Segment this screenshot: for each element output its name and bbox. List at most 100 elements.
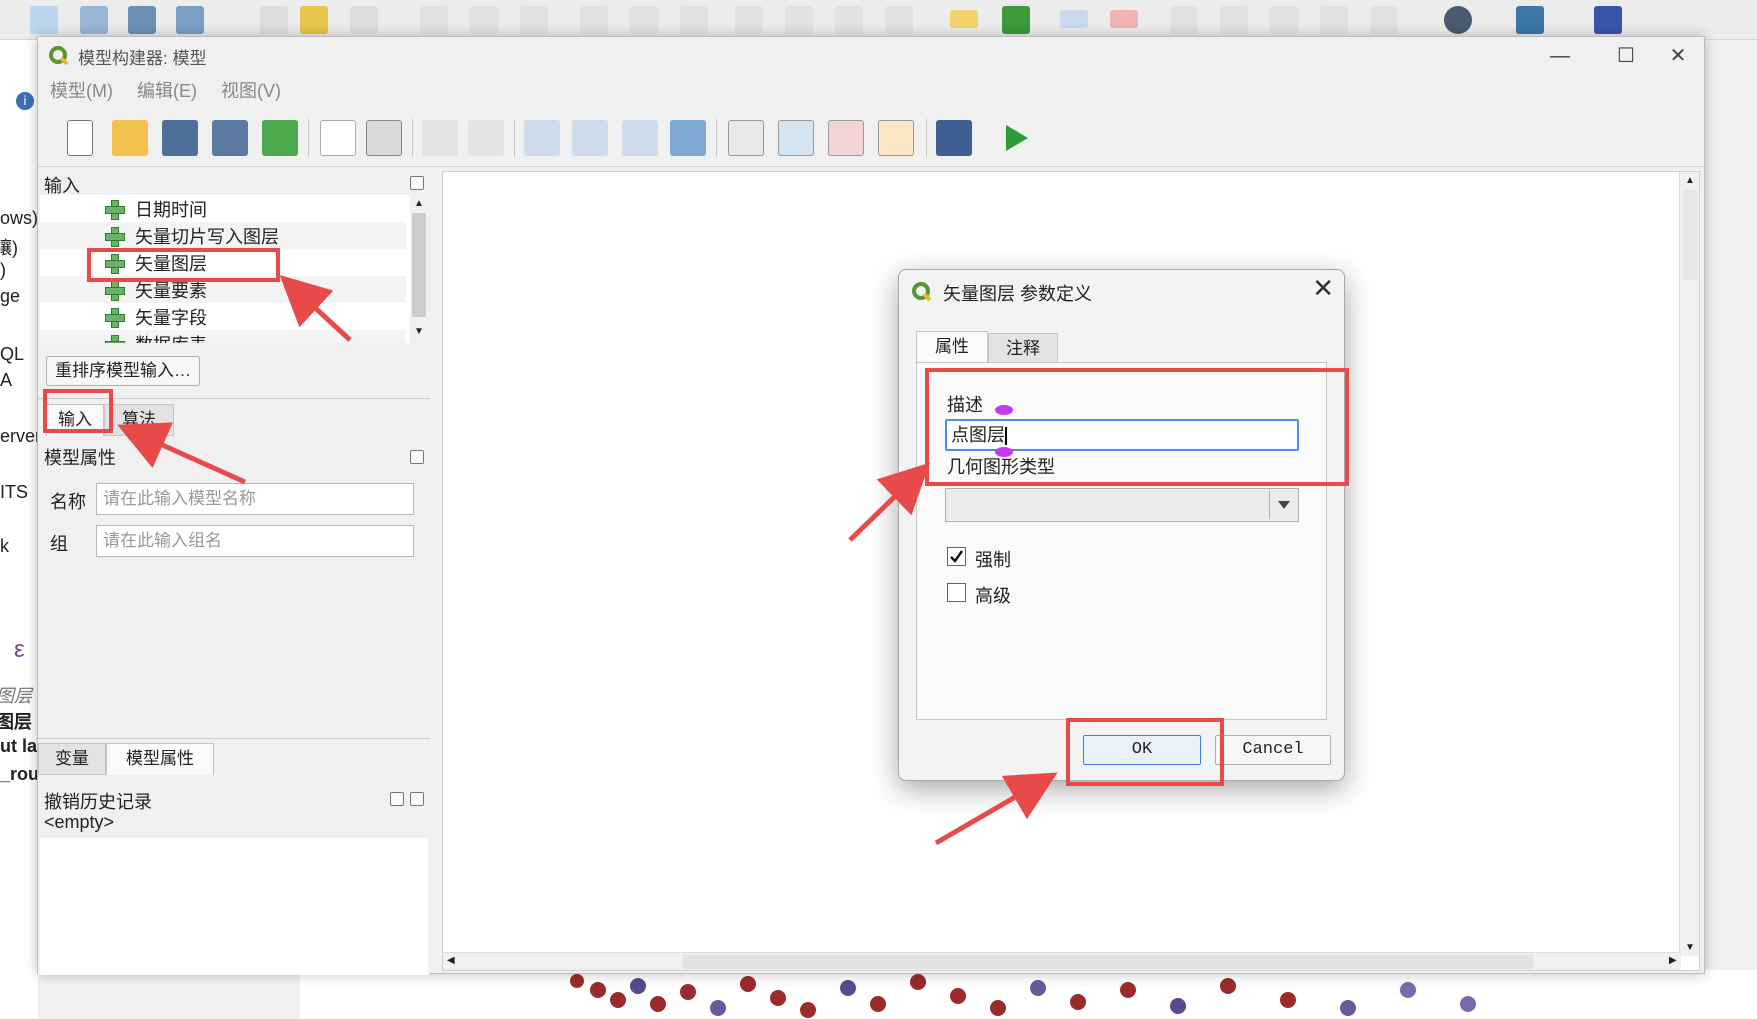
menu-edit[interactable]: 编辑(E) — [125, 77, 209, 107]
scroll-thumb[interactable] — [412, 213, 426, 317]
dialog-close-icon[interactable]: ✕ — [1312, 273, 1334, 304]
reorder-inputs-button[interactable]: 重排序模型输入… — [46, 356, 200, 386]
close-panel-icon[interactable] — [410, 792, 424, 806]
bg-tool-icon[interactable] — [1370, 6, 1398, 34]
window-titlebar[interactable]: 模型构建器: 模型 — ☐ ✕ — [38, 37, 1704, 75]
bg-tool-icon[interactable] — [835, 6, 863, 34]
bg-tool-icon[interactable] — [1170, 6, 1198, 34]
scroll-right-icon[interactable]: ▶ — [1669, 955, 1677, 966]
bg-tool-icon[interactable] — [30, 6, 58, 34]
bg-text: ITS — [0, 482, 29, 502]
tab-algorithms[interactable]: 算法 — [104, 404, 174, 436]
background-map-canvas[interactable] — [300, 970, 1757, 1019]
bg-label-icon[interactable] — [1060, 10, 1088, 28]
redo-icon[interactable] — [468, 120, 504, 156]
model-name-input[interactable]: 请在此输入模型名称 — [96, 483, 414, 515]
menu-model[interactable]: 模型(M) — [38, 77, 125, 107]
scroll-down-icon[interactable]: ▼ — [414, 326, 424, 337]
bg-tool-icon[interactable] — [520, 6, 548, 34]
bg-tool-icon[interactable] — [350, 6, 378, 34]
minimize-button[interactable]: — — [1532, 41, 1588, 71]
tab-comments[interactable]: 注释 — [988, 333, 1058, 363]
list-item[interactable]: 矢量切片写入图层 — [40, 222, 406, 249]
canvas-vertical-scrollbar[interactable]: ▲ ▼ — [1679, 172, 1699, 956]
bg-tool-icon[interactable] — [580, 6, 608, 34]
advanced-checkbox[interactable] — [947, 583, 966, 602]
open-model-icon[interactable] — [112, 120, 148, 156]
save-as-icon[interactable] — [212, 120, 248, 156]
close-window-button[interactable]: ✕ — [1650, 41, 1706, 71]
bg-label-icon[interactable] — [950, 10, 978, 28]
float-panel-icon[interactable] — [410, 450, 424, 464]
list-item[interactable]: 日期时间 — [40, 195, 406, 222]
bg-tool-icon[interactable] — [128, 6, 156, 34]
scroll-thumb[interactable] — [683, 955, 1533, 969]
float-panel-icon[interactable] — [390, 792, 404, 806]
bg-tool-icon[interactable] — [260, 6, 288, 34]
pan-hand-icon[interactable] — [320, 120, 356, 156]
bg-tool-icon[interactable] — [420, 6, 448, 34]
bg-text: ge — [0, 286, 21, 306]
cancel-button[interactable]: Cancel — [1215, 735, 1331, 765]
bg-tool-icon[interactable] — [885, 6, 913, 34]
scroll-thumb[interactable] — [1683, 190, 1697, 280]
bg-tool-icon[interactable] — [176, 6, 204, 34]
zoom-full-icon[interactable] — [670, 120, 706, 156]
tab-properties[interactable]: 属性 — [916, 331, 988, 363]
tab-variables[interactable]: 变量 — [38, 743, 106, 775]
zoom-in-icon[interactable] — [524, 120, 560, 156]
bg-tool-icon[interactable] — [630, 6, 658, 34]
bg-tool-icon[interactable] — [300, 6, 328, 34]
export-pdf-icon[interactable] — [828, 120, 864, 156]
advanced-label: 高级 — [975, 586, 1011, 606]
scroll-down-icon[interactable]: ▼ — [1685, 942, 1695, 953]
bg-globe-icon[interactable] — [1444, 6, 1472, 34]
undo-icon[interactable] — [422, 120, 458, 156]
bg-diagram-icon[interactable] — [1002, 6, 1030, 34]
bg-text: ut la — [0, 736, 38, 756]
bg-tool-icon[interactable] — [785, 6, 813, 34]
bg-tool-icon[interactable] — [680, 6, 708, 34]
bg-tool-icon[interactable] — [1320, 6, 1348, 34]
bg-label-icon[interactable] — [1110, 10, 1138, 28]
model-toolbar — [38, 109, 1704, 167]
select-cursor-icon[interactable] — [366, 120, 402, 156]
zoom-out-icon[interactable] — [572, 120, 608, 156]
export-python-icon[interactable] — [728, 120, 764, 156]
save-model-icon[interactable] — [162, 120, 198, 156]
bg-tool-icon[interactable] — [735, 6, 763, 34]
scroll-up-icon[interactable]: ▲ — [414, 198, 424, 209]
float-panel-icon[interactable] — [410, 176, 424, 190]
scroll-up-icon[interactable]: ▲ — [1685, 175, 1695, 186]
bg-tool-icon[interactable] — [1220, 6, 1248, 34]
mandatory-checkbox[interactable] — [947, 547, 966, 566]
geometry-type-select[interactable] — [945, 488, 1299, 522]
plus-icon — [104, 280, 125, 301]
bg-tool-icon[interactable] — [80, 6, 108, 34]
undo-empty-row[interactable]: <empty> — [40, 812, 428, 838]
list-item[interactable]: 矢量字段 — [40, 303, 406, 330]
list-item[interactable]: 数据库表 — [40, 330, 406, 343]
export-image-icon[interactable] — [778, 120, 814, 156]
edit-help-icon[interactable] — [936, 120, 972, 156]
bg-tool-icon[interactable] — [1270, 6, 1298, 34]
help-icon[interactable] — [1594, 6, 1622, 34]
model-group-input[interactable]: 请在此输入组名 — [96, 525, 414, 557]
new-model-icon[interactable] — [67, 120, 93, 156]
menu-view[interactable]: 视图(V) — [209, 77, 293, 107]
zoom-actual-icon[interactable] — [622, 120, 658, 156]
undo-history-list[interactable]: <empty> — [40, 812, 428, 975]
info-icon: i — [16, 92, 34, 110]
scroll-left-icon[interactable]: ◀ — [447, 955, 455, 966]
canvas-horizontal-scrollbar[interactable]: ◀ ▶ — [443, 952, 1681, 970]
maximize-button[interactable]: ☐ — [1598, 41, 1654, 71]
export-svg-icon[interactable] — [878, 120, 914, 156]
highlight-description-fields — [925, 368, 1349, 486]
run-model-icon[interactable] — [998, 120, 1034, 156]
bg-tool-icon[interactable] — [470, 6, 498, 34]
tab-model-properties[interactable]: 模型属性 — [106, 743, 214, 775]
parameter-dialog: 矢量图层 参数定义 ✕ 属性 注释 描述 点图层 几何图形类型 强制 高级 OK… — [898, 269, 1345, 781]
save-to-project-icon[interactable] — [262, 120, 298, 156]
python-icon[interactable] — [1516, 6, 1544, 34]
inputs-scrollbar[interactable]: ▲ ▼ — [410, 195, 428, 343]
